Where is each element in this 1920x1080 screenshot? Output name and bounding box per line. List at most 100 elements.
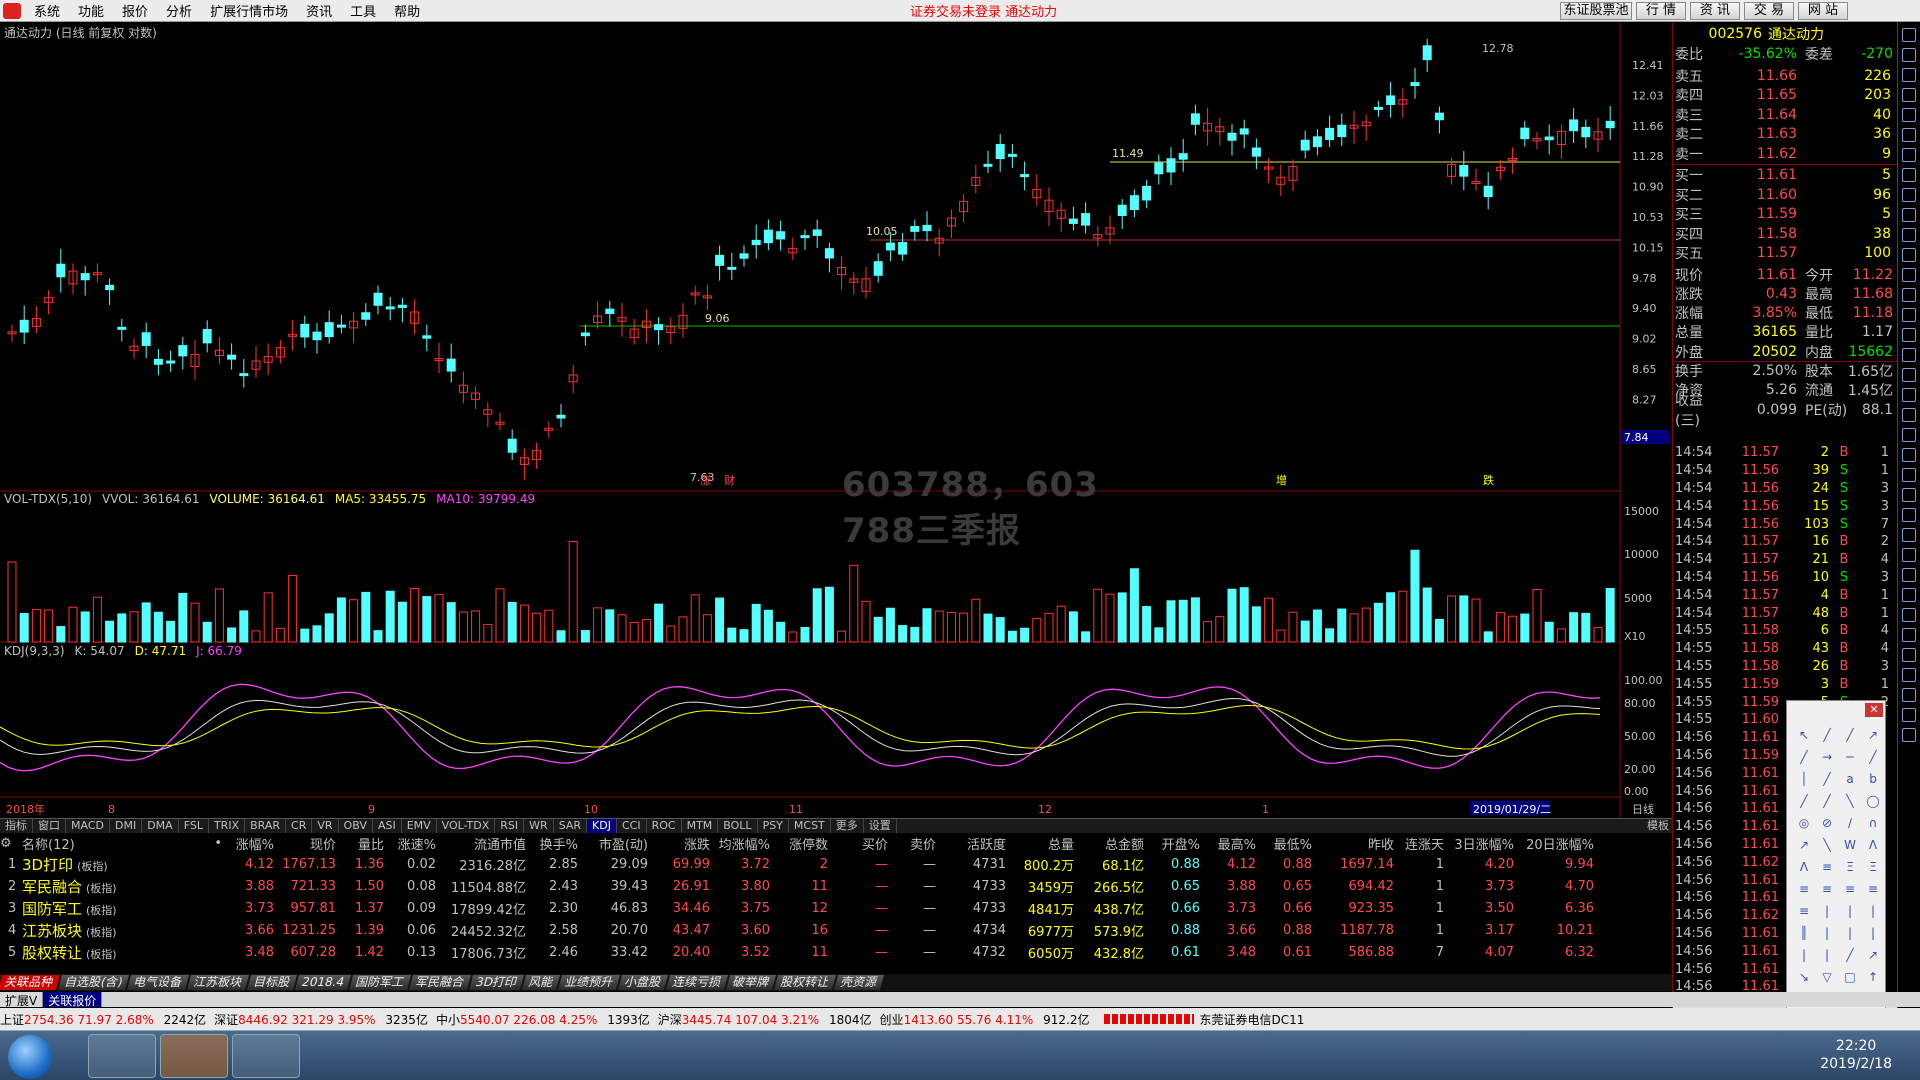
toolbar-tool-icon[interactable]: [1902, 368, 1916, 382]
drawing-tool-icon[interactable]: Ξ: [1862, 857, 1884, 878]
toolbar-tool-icon[interactable]: [1902, 248, 1916, 262]
drawing-tool-icon[interactable]: ◎: [1793, 813, 1815, 834]
gear-icon[interactable]: ⚙: [0, 836, 22, 851]
toolbar-tool-icon[interactable]: [1902, 88, 1916, 102]
toolbar-tool-icon[interactable]: [1902, 388, 1916, 402]
drawing-tool-icon[interactable]: ⊘: [1816, 813, 1838, 834]
indicator-tab[interactable]: TRIX: [209, 819, 246, 833]
index-status[interactable]: 中小5540.07 226.08 4.25% 1393亿: [436, 1011, 650, 1028]
indicator-tab[interactable]: BRAR: [245, 819, 287, 833]
table-column-header[interactable]: 名称(12): [22, 834, 172, 853]
sector-tab[interactable]: 风能: [522, 975, 561, 990]
menu-system[interactable]: 系统: [25, 1, 69, 20]
drawing-tool-icon[interactable]: ↗: [1862, 725, 1884, 746]
toolbar-tool-icon[interactable]: [1902, 608, 1916, 622]
drawing-tool-icon[interactable]: ▽: [1816, 967, 1838, 988]
drawing-tool-icon[interactable]: ∕: [1839, 813, 1861, 834]
toolbar-tool-icon[interactable]: [1902, 468, 1916, 482]
table-column-header[interactable]: 流通市值: [436, 834, 526, 853]
menu-function[interactable]: 功能: [69, 1, 113, 20]
drawing-tool-icon[interactable]: |: [1793, 945, 1815, 966]
indicator-tab[interactable]: VOL-TDX: [437, 819, 496, 833]
toolbar-tool-icon[interactable]: [1902, 328, 1916, 342]
indicator-tab[interactable]: DMI: [110, 819, 143, 833]
website-button[interactable]: 网 站: [1798, 2, 1848, 20]
chart-area[interactable]: 12.41 12.03 11.66 11.28 10.90 10.53 10.15 9.78 9…: [0, 22, 1675, 819]
indicator-tab[interactable]: PSY: [758, 819, 789, 833]
table-row[interactable]: 1 3D打印 (板指) 4.12 1767.13 1.36 0.02 2316.28亿 2.85…: [0, 853, 1672, 875]
toolbar-tool-icon[interactable]: [1902, 488, 1916, 502]
drawing-tool-icon[interactable]: ≡: [1816, 879, 1838, 900]
drawing-tool-icon[interactable]: |: [1839, 901, 1861, 922]
table-column-header[interactable]: 换手%: [526, 834, 578, 853]
indicator-tab[interactable]: 更多: [831, 819, 864, 833]
ask-row[interactable]: 卖四 11.65 203: [1673, 86, 1898, 105]
indicator-tab[interactable]: 设置: [864, 819, 897, 833]
toolbar-tool-icon[interactable]: [1902, 428, 1916, 442]
drawing-tool-icon[interactable]: ╲: [1839, 791, 1861, 812]
menu-help[interactable]: 帮助: [385, 1, 429, 20]
row-name[interactable]: 军民融合 (板指): [22, 876, 172, 897]
drawing-tool-icon[interactable]: ≡: [1793, 879, 1815, 900]
toolbar-tool-icon[interactable]: [1902, 568, 1916, 582]
drawing-tool-icon[interactable]: a: [1839, 769, 1861, 790]
ask-row[interactable]: 卖一 11.62 9: [1673, 144, 1898, 163]
table-column-header[interactable]: 最低%: [1256, 834, 1312, 853]
table-row[interactable]: 5 股权转让 (板指) 3.48 607.28 1.42 0.13 17806.73亿 2.46…: [0, 941, 1672, 963]
bid-row[interactable]: 买四 11.58 38: [1673, 224, 1898, 243]
toolbar-tool-icon[interactable]: [1902, 188, 1916, 202]
toolbar-tool-icon[interactable]: [1902, 228, 1916, 242]
tab-related-quote[interactable]: 关联报价: [43, 992, 103, 1008]
drawing-tool-icon[interactable]: |: [1816, 901, 1838, 922]
stock-pool-button[interactable]: 东证股票池: [1560, 2, 1632, 20]
indicator-tab[interactable]: OBV: [339, 819, 373, 833]
drawing-tool-icon[interactable]: ≡: [1839, 879, 1861, 900]
indicator-tab[interactable]: ROC: [647, 819, 682, 833]
event-marker-2[interactable]: 财: [724, 473, 735, 487]
system-clock[interactable]: 22:20 2019/2/18: [1820, 1037, 1892, 1073]
drawing-tool-icon[interactable]: ╱: [1839, 945, 1861, 966]
toolbar-tool-icon[interactable]: [1902, 668, 1916, 682]
table-column-header[interactable]: 量比: [336, 834, 384, 853]
table-column-header[interactable]: 20日涨幅%: [1514, 834, 1594, 853]
menu-ext-market[interactable]: 扩展行情市场: [201, 1, 297, 20]
row-name[interactable]: 3D打印 (板指): [22, 854, 172, 875]
trade-button[interactable]: 交 易: [1744, 2, 1794, 20]
event-marker-3[interactable]: 增: [1276, 473, 1287, 487]
sector-tab[interactable]: 3D打印: [469, 975, 525, 990]
sector-tab[interactable]: 业绩预升: [558, 975, 621, 990]
drawing-tool-icon[interactable]: ↗: [1862, 945, 1884, 966]
drawing-tool-icon[interactable]: ≡: [1862, 879, 1884, 900]
period-label[interactable]: 日线: [1632, 802, 1654, 816]
taskbar-app-1-icon[interactable]: [88, 1034, 156, 1078]
toolbar-tool-icon[interactable]: [1902, 708, 1916, 722]
toolbar-tool-icon[interactable]: [1902, 588, 1916, 602]
menu-info[interactable]: 资讯: [297, 1, 341, 20]
toolbar-tool-icon[interactable]: [1902, 548, 1916, 562]
ask-row[interactable]: 卖三 11.64 40: [1673, 105, 1898, 124]
sector-tab[interactable]: 小盘股: [618, 975, 669, 990]
toolbar-tool-icon[interactable]: [1902, 48, 1916, 62]
table-column-header[interactable]: 总金额: [1074, 834, 1144, 853]
drawing-tool-icon[interactable]: |: [1839, 923, 1861, 944]
drawing-tool-icon[interactable]: ≡: [1793, 901, 1815, 922]
table-column-header[interactable]: 涨速%: [384, 834, 436, 853]
drawing-tool-icon[interactable]: |: [1862, 923, 1884, 944]
toolbar-tool-icon[interactable]: [1902, 728, 1916, 742]
bid-row[interactable]: 买二 11.60 96: [1673, 185, 1898, 204]
toolbar-tool-icon[interactable]: [1902, 688, 1916, 702]
table-column-header[interactable]: 现价: [274, 834, 336, 853]
sector-tab[interactable]: 江苏板块: [187, 975, 250, 990]
indicator-tab[interactable]: RSI: [495, 819, 525, 833]
index-status[interactable]: 深证8446.92 321.29 3.95% 3235亿: [214, 1011, 428, 1028]
indicator-tab[interactable]: CR: [286, 819, 313, 833]
indicator-tab[interactable]: WR: [524, 819, 554, 833]
toolbar-tool-icon[interactable]: [1902, 268, 1916, 282]
toolbar-tool-icon[interactable]: [1902, 168, 1916, 182]
start-button[interactable]: [8, 1035, 52, 1079]
indicator-tab[interactable]: VR: [312, 819, 339, 833]
toolbar-tool-icon[interactable]: [1902, 28, 1916, 42]
index-status[interactable]: 沪深3445.74 107.04 3.21% 1804亿: [658, 1011, 872, 1028]
table-column-header[interactable]: 总量: [1006, 834, 1074, 853]
drawing-tool-icon[interactable]: │: [1793, 769, 1815, 790]
